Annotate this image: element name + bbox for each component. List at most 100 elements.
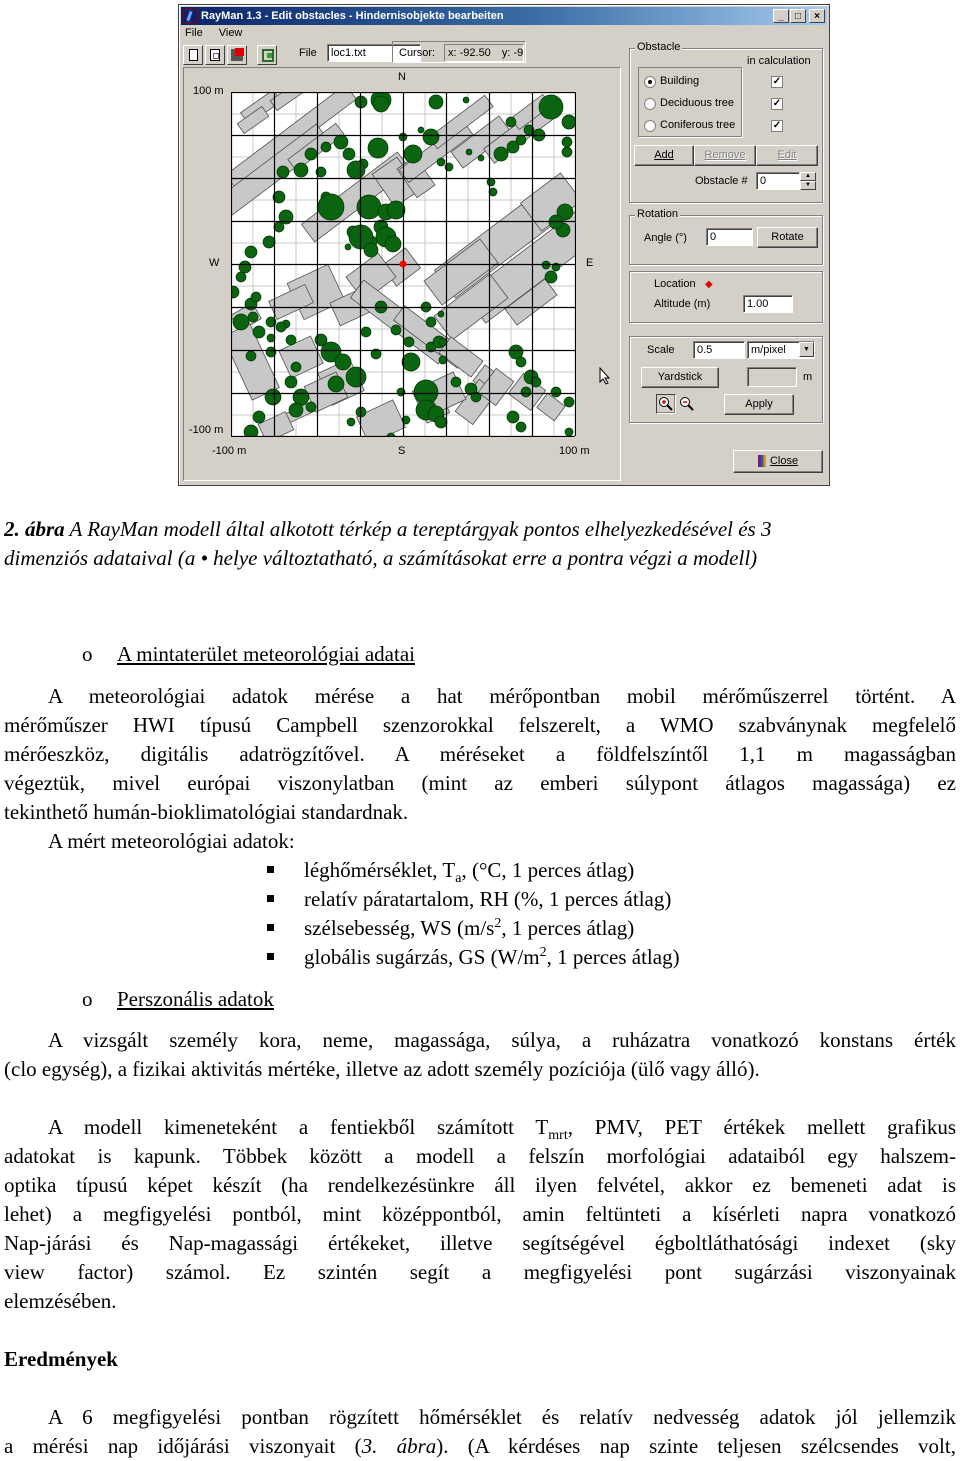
coniferous-tree-radio[interactable] [644, 120, 656, 132]
exit-door-icon [757, 455, 766, 468]
network-button[interactable] [257, 45, 277, 65]
close-window-button[interactable]: × [809, 9, 825, 23]
zoom-out-button[interactable] [677, 394, 697, 414]
location-marker-icon: ◆ [705, 279, 713, 290]
para4-line-2: a mérési nap időjárási viszonyait (3. áb… [4, 1432, 956, 1461]
tree-canopy [327, 375, 345, 393]
tree-canopy [465, 148, 473, 156]
new-file-button[interactable] [183, 45, 203, 65]
angle-input[interactable]: 0 [706, 228, 753, 246]
x-axis-right-label: 100 m [559, 445, 590, 457]
add-obstacle-button[interactable]: Add [634, 145, 694, 166]
tree-canopy [488, 187, 498, 197]
save-file-icon [231, 48, 244, 61]
tree-canopy [520, 386, 532, 398]
cursor-x: x: -92.50 [448, 47, 491, 59]
measured-item-humidity: relatív páratartalom, RH (%, 1 perces át… [304, 887, 672, 911]
coniferous-in-calc-checkbox[interactable]: ✓ [771, 120, 783, 132]
south-label: S [398, 445, 406, 457]
item-text-post: , (°C, 1 perces átlag) [461, 858, 635, 882]
minimize-button[interactable]: _ [773, 9, 789, 23]
remove-obstacle-button[interactable]: Remove [694, 145, 756, 166]
menu-file[interactable]: File [183, 27, 205, 43]
tree-canopy [434, 415, 448, 429]
title-bar[interactable]: RayMan 1.3 - Edit obstacles - Hinderniso… [181, 7, 827, 25]
deciduous-in-calc-checkbox[interactable]: ✓ [771, 98, 783, 110]
item-text: léghőmérséklet, T [304, 858, 456, 882]
y-axis-bottom-label: -100 m [189, 424, 224, 436]
para3-line-1: A modell kimeneteként a fentiekből számí… [4, 1113, 956, 1144]
para4-text-post: ). (A kérdéses nap szinte teljesen szélc… [436, 1434, 956, 1458]
open-file-button[interactable] [205, 45, 225, 65]
close-button[interactable]: Close [733, 450, 823, 473]
building-in-calc-checkbox[interactable]: ✓ [771, 76, 783, 88]
rayman-window: RayMan 1.3 - Edit obstacles - Hinderniso… [178, 4, 830, 486]
location-label: Location [654, 278, 696, 290]
scale-input[interactable]: 0.5 [693, 341, 745, 359]
tree-canopy [438, 337, 448, 347]
tree-canopy [334, 353, 352, 371]
altitude-label: Altitude (m) [654, 298, 711, 310]
location-point[interactable] [399, 260, 407, 268]
save-file-button[interactable] [227, 45, 247, 65]
tree-canopy [564, 427, 574, 437]
para1-line-3: mérőeszköz, digitális adatrögzítővel. A … [4, 742, 956, 766]
deciduous-tree-radio[interactable] [644, 98, 656, 110]
spin-down-icon[interactable]: ▼ [800, 181, 816, 190]
scale-unit-value: m/pixel [751, 344, 786, 356]
zoom-in-button[interactable] [656, 394, 676, 414]
tree-canopy [247, 311, 259, 323]
tree-canopy [428, 94, 444, 110]
figure-caption-line-1: 2. ábra A RayMan modell által alkotott t… [4, 515, 771, 544]
obstacle-number-input[interactable]: 0 [756, 172, 800, 190]
cursor-label: Cursor: [399, 47, 436, 59]
obstacle-map[interactable] [231, 92, 576, 437]
maximize-button[interactable]: □ [790, 9, 806, 23]
tree-canopy [493, 146, 509, 162]
zoom-in-icon [659, 397, 673, 411]
caption-text-1: A RayMan modell által alkotott térkép a … [64, 517, 772, 541]
tree-canopy [293, 162, 309, 178]
tree-canopy [273, 221, 285, 233]
item-text-post: , 1 perces átlag) [501, 916, 635, 940]
new-file-icon [189, 49, 198, 61]
yardstick-value[interactable] [747, 367, 797, 387]
tree-canopy [384, 235, 402, 253]
tree-canopy [275, 321, 287, 333]
tree-canopy [417, 126, 425, 134]
yardstick-button[interactable]: Yardstick [641, 367, 719, 388]
spin-up-icon[interactable]: ▲ [800, 172, 816, 181]
measured-item-wind: szélsebesség, WS (m/s2, 1 perces átlag) [304, 914, 634, 943]
altitude-input[interactable]: 1.00 [743, 295, 793, 313]
chevron-down-icon[interactable]: ▼ [799, 342, 814, 357]
app-icon [183, 9, 197, 23]
tree-canopy [262, 235, 276, 249]
apply-button[interactable]: Apply [724, 394, 794, 415]
item-text: szélsebesség, WS (m/s [304, 916, 495, 940]
east-label: E [586, 257, 594, 269]
in-calculation-label: in calculation [747, 55, 811, 67]
edit-obstacle-button[interactable]: Edit [756, 145, 818, 166]
open-file-icon [210, 49, 220, 61]
measured-item-temperature: léghőmérséklet, Ta, (°C, 1 perces átlag) [304, 856, 635, 886]
yardstick-unit: m [803, 371, 813, 383]
tree-canopy [561, 136, 573, 148]
tree-canopy [342, 147, 356, 161]
cursor-value: x: -92.50 y: -98.50 [444, 44, 524, 62]
bullet-square-icon [267, 895, 274, 902]
para1-line-2: mérőműszer HWI típusú Campbell szenzorok… [4, 713, 956, 737]
rotate-button[interactable]: Rotate [757, 227, 818, 248]
building-radio[interactable] [644, 76, 656, 88]
tree-canopy [288, 402, 304, 418]
file-label: File [299, 47, 317, 59]
tree-canopy [486, 177, 496, 187]
obstacle-number-spinner[interactable]: ▲ ▼ [800, 172, 816, 190]
para2-line-2: (clo egység), a fizikai aktivitás mérték… [4, 1057, 760, 1081]
para3-line-6: view factor) számol. Ez szintén segít a … [4, 1260, 956, 1284]
menu-view[interactable]: View [217, 27, 245, 43]
measured-data-intro: A mért meteorológiai adatok: [48, 829, 295, 853]
tree-canopy [264, 388, 282, 406]
tree-canopy [244, 245, 258, 259]
tmrt-sub: mrt [548, 1128, 568, 1144]
tree-canopy [403, 144, 423, 164]
